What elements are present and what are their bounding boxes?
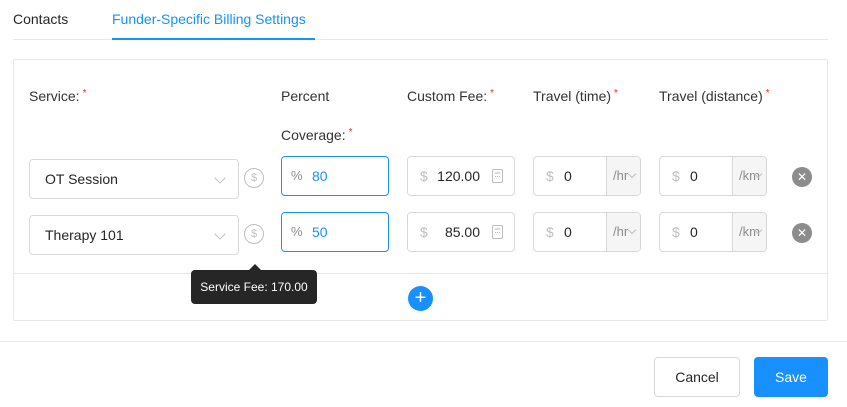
travel-distance-value: 0: [690, 224, 698, 240]
dollar-icon: $: [546, 168, 554, 184]
chevron-down-icon: [214, 228, 226, 240]
service-select-value: Therapy 101: [45, 227, 124, 243]
travel-time-unit: /hr: [613, 168, 629, 183]
service-select-value: OT Session: [45, 171, 118, 187]
remove-row-button[interactable]: ✕: [792, 167, 812, 187]
chevron-down-icon: [214, 172, 226, 184]
dollar-icon: $: [546, 224, 554, 240]
active-tab-indicator: [112, 38, 315, 40]
travel-distance-unit-select[interactable]: /km: [732, 157, 766, 195]
dollar-icon: $: [420, 168, 428, 184]
travel-time-unit: /hr: [613, 224, 629, 239]
required-marker: *: [490, 88, 495, 99]
travel-time-value: 0: [564, 224, 572, 240]
service-fee-tooltip: Service Fee: 170.00: [191, 270, 317, 304]
travel-time-input[interactable]: $ 0 /hr: [533, 212, 641, 252]
custom-fee-value: 120.00: [437, 168, 480, 184]
chevron-down-icon: [627, 225, 637, 235]
percent-icon: %: [291, 224, 303, 239]
dollar-icon: $: [672, 224, 680, 240]
percent-coverage-input[interactable]: % 80: [281, 156, 389, 196]
custom-fee-column-label: Custom Fee: *: [407, 88, 495, 104]
travel-time-unit-select[interactable]: /hr: [606, 213, 640, 251]
service-fee-icon[interactable]: $: [244, 168, 264, 188]
travel-distance-input[interactable]: $ 0 /km: [659, 156, 767, 196]
travel-distance-input[interactable]: $ 0 /km: [659, 212, 767, 252]
add-row-button[interactable]: +: [408, 286, 433, 311]
dollar-icon: $: [672, 168, 680, 184]
travel-time-input[interactable]: $ 0 /hr: [533, 156, 641, 196]
percent-coverage-label-line1: Percent: [281, 88, 330, 104]
percent-coverage-value: 50: [312, 224, 328, 240]
percent-coverage-value: 80: [312, 168, 328, 184]
calculator-icon[interactable]: [492, 225, 503, 239]
save-button[interactable]: Save: [754, 357, 828, 397]
calculator-icon[interactable]: [492, 169, 503, 183]
cancel-button[interactable]: Cancel: [654, 357, 740, 397]
tab-contacts[interactable]: Contacts: [13, 11, 68, 27]
custom-fee-input[interactable]: $ 120.00: [407, 156, 515, 196]
footer-divider: [0, 341, 847, 342]
service-select[interactable]: Therapy 101: [29, 215, 239, 255]
chevron-down-icon: [627, 169, 637, 179]
percent-icon: %: [291, 168, 303, 183]
tab-funder-billing-settings[interactable]: Funder-Specific Billing Settings: [112, 11, 306, 27]
required-marker: *: [614, 88, 618, 99]
percent-coverage-input[interactable]: % 50: [281, 212, 389, 252]
travel-time-unit-select[interactable]: /hr: [606, 157, 640, 195]
percent-coverage-label-line2: Coverage: *: [281, 127, 353, 143]
required-marker: *: [82, 88, 87, 99]
custom-fee-input[interactable]: $ 85.00: [407, 212, 515, 252]
service-select[interactable]: OT Session: [29, 159, 239, 199]
travel-time-value: 0: [564, 168, 572, 184]
remove-row-button[interactable]: ✕: [792, 223, 812, 243]
dollar-icon: $: [420, 224, 428, 240]
service-column-label: Service: *: [29, 88, 87, 104]
card-divider: [14, 273, 827, 274]
custom-fee-value: 85.00: [444, 224, 480, 240]
tab-bar: Contacts Funder-Specific Billing Setting…: [13, 0, 828, 40]
travel-distance-column-label: Travel (distance) *: [659, 88, 770, 104]
billing-settings-card: Service: * Percent Coverage: * Custom Fee:…: [13, 59, 828, 321]
required-marker: *: [765, 88, 770, 99]
service-fee-icon[interactable]: $: [244, 224, 264, 244]
required-marker: *: [348, 127, 353, 138]
travel-time-column-label: Travel (time) *: [533, 88, 618, 104]
travel-distance-value: 0: [690, 168, 698, 184]
travel-distance-unit-select[interactable]: /km: [732, 213, 766, 251]
